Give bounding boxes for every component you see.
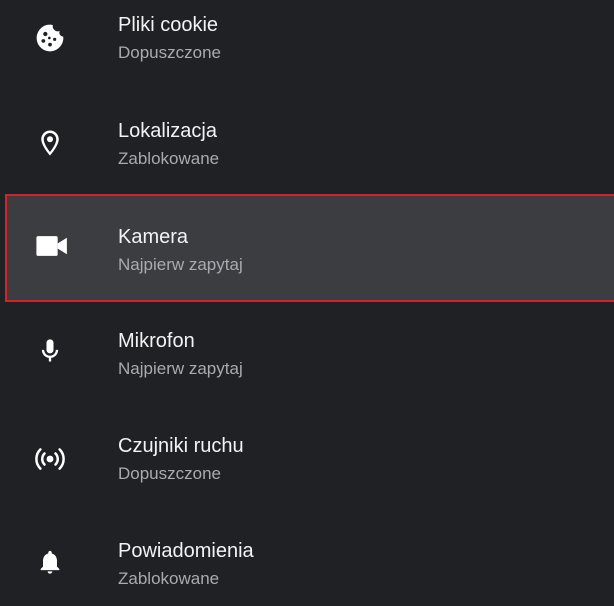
location-pin-icon — [30, 123, 70, 163]
setting-status: Najpierw zapytaj — [118, 255, 243, 274]
setting-status: Zablokowane — [118, 569, 220, 588]
setting-row-notifications[interactable]: Powiadomienia Zablokowane — [0, 510, 614, 606]
microphone-icon — [30, 331, 70, 371]
setting-row-camera[interactable]: Kamera Najpierw zapytaj — [5, 194, 614, 302]
setting-title: Kamera — [118, 226, 189, 248]
setting-status: Dopuszczone — [118, 464, 222, 483]
setting-row-microphone[interactable]: Mikrofon Najpierw zapytaj — [0, 300, 614, 405]
setting-title: Powiadomienia — [118, 540, 254, 562]
motion-sensors-icon — [30, 439, 70, 479]
site-settings-list: Pliki cookie Dopuszczone Lokalizacja Zab… — [0, 0, 614, 606]
setting-row-motion-sensors[interactable]: Czujniki ruchu Dopuszczone — [0, 405, 614, 510]
setting-title: Lokalizacja — [118, 120, 217, 142]
setting-title: Pliki cookie — [118, 14, 219, 36]
setting-status: Najpierw zapytaj — [118, 359, 243, 378]
setting-title: Mikrofon — [118, 330, 195, 352]
setting-status: Dopuszczone — [118, 43, 222, 62]
cookie-icon — [30, 18, 70, 58]
setting-title: Czujniki ruchu — [118, 435, 244, 457]
setting-row-location[interactable]: Lokalizacja Zablokowane — [0, 90, 614, 195]
notifications-bell-icon — [30, 542, 70, 582]
setting-status: Zablokowane — [118, 149, 220, 168]
camera-icon — [32, 226, 72, 266]
setting-row-cookies[interactable]: Pliki cookie Dopuszczone — [0, 0, 614, 80]
